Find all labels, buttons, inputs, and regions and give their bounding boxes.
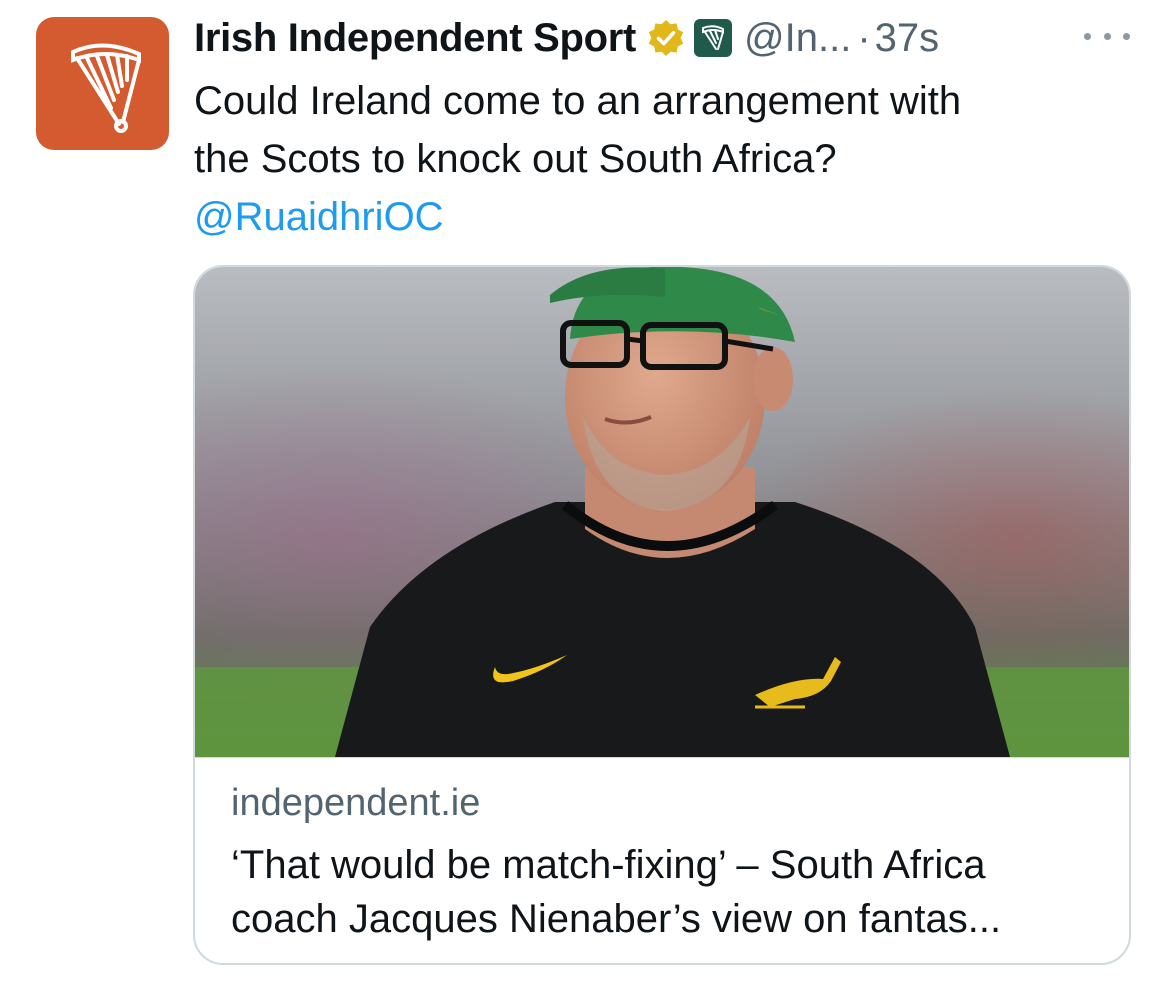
card-title: ‘That would be match-fixing’ – South Afr… <box>231 838 1111 946</box>
coach-photo <box>195 267 1129 757</box>
tweet-timestamp[interactable]: 37s <box>875 16 940 61</box>
card-image[interactable] <box>195 267 1129 757</box>
card-title-line: ‘That would be match-fixing’ – South Afr… <box>231 843 986 887</box>
harp-affiliation-icon[interactable] <box>694 19 733 57</box>
tweet-text-line: Could Ireland come to an arrangement wit… <box>194 79 962 123</box>
tweet-header: Irish Independent Sport @In... · 37s <box>194 12 939 64</box>
more-options-icon[interactable] <box>1084 22 1130 50</box>
card-title-line: coach Jacques Nienaber’s view on fantas.… <box>231 897 1002 941</box>
gold-verified-icon[interactable] <box>646 18 686 58</box>
author-display-name[interactable]: Irish Independent Sport <box>194 16 636 61</box>
avatar[interactable] <box>36 17 169 150</box>
harp-logo-icon <box>70 42 141 133</box>
author-handle[interactable]: @In... <box>744 16 851 61</box>
card-domain: independent.ie <box>231 782 481 824</box>
more-dot <box>1103 32 1111 40</box>
more-dot <box>1084 32 1091 40</box>
more-dot <box>1123 32 1130 40</box>
link-preview-card[interactable]: independent.ie ‘That would be match-fixi… <box>193 265 1131 965</box>
card-footer[interactable]: independent.ie ‘That would be match-fixi… <box>195 757 1129 963</box>
tweet-text-line: the Scots to knock out South Africa? <box>194 137 837 181</box>
tweet-text: Could Ireland come to an arrangement wit… <box>194 72 1124 246</box>
header-separator: · <box>857 15 871 60</box>
mention-link[interactable]: @RuaidhriOC <box>194 195 444 239</box>
